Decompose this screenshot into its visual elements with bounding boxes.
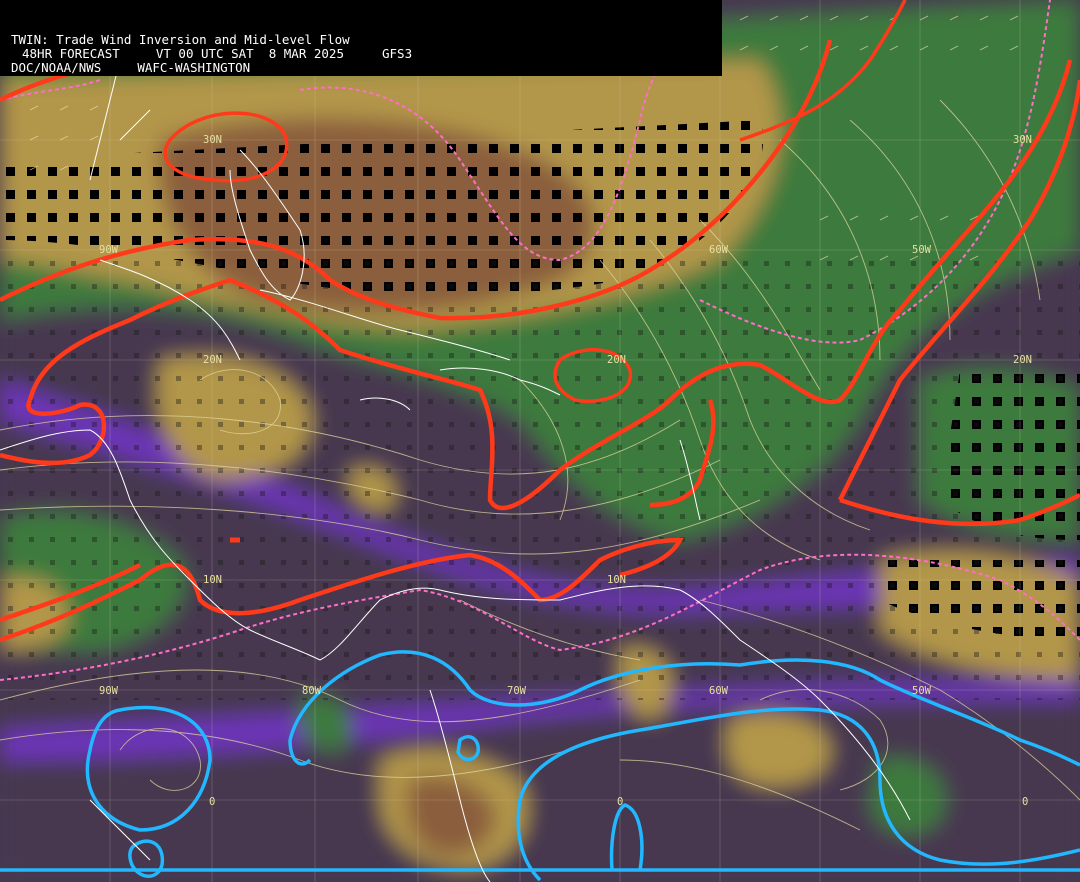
- label-20n-east: 20N: [1013, 354, 1032, 366]
- label-0-mid: 0: [617, 796, 623, 808]
- model-name: GFS3: [382, 46, 413, 61]
- agency: DOC/NOAA/NWS: [11, 60, 102, 75]
- map-title: TWIN: Trade Wind Inversion and Mid-level…: [11, 32, 350, 47]
- label-50w: 50W: [912, 244, 932, 256]
- label-20n: 20N: [203, 354, 222, 366]
- forecast-map: 30N 30N 20N 20N 20N 10N 10N 0 0 0 90W 90…: [0, 0, 1080, 882]
- label-90w: 90W: [99, 244, 119, 256]
- label-10n-mid: 10N: [607, 574, 626, 586]
- label-10n: 10N: [203, 574, 222, 586]
- label-0-west: 0: [209, 796, 215, 808]
- label-70w-south: 70W: [507, 685, 527, 697]
- label-50w-south: 50W: [912, 685, 932, 697]
- valid-time: VT 00 UTC SAT 8 MAR 2025: [155, 46, 344, 61]
- label-30n-east: 30N: [1013, 134, 1032, 146]
- label-60w-south: 60W: [709, 685, 729, 697]
- forecast-hours: 48HR FORECAST: [22, 46, 120, 61]
- agency-line: DOC/NOAA/NWS WAFC-WASHINGTON: [11, 61, 250, 75]
- label-90w-south: 90W: [99, 685, 119, 697]
- label-80w-south: 80W: [302, 685, 322, 697]
- map-header: TWIN: Trade Wind Inversion and Mid-level…: [0, 0, 722, 76]
- label-20n-mid: 20N: [607, 354, 626, 366]
- label-30n: 30N: [203, 134, 222, 146]
- map-canvas: 30N 30N 20N 20N 20N 10N 10N 0 0 0 90W 90…: [0, 0, 1080, 882]
- label-60w: 60W: [709, 244, 729, 256]
- center: WAFC-WASHINGTON: [137, 60, 251, 75]
- label-0-east: 0: [1022, 796, 1028, 808]
- forecast-line: 48HR FORECAST VT 00 UTC SAT 8 MAR 2025 GFS…: [11, 47, 412, 61]
